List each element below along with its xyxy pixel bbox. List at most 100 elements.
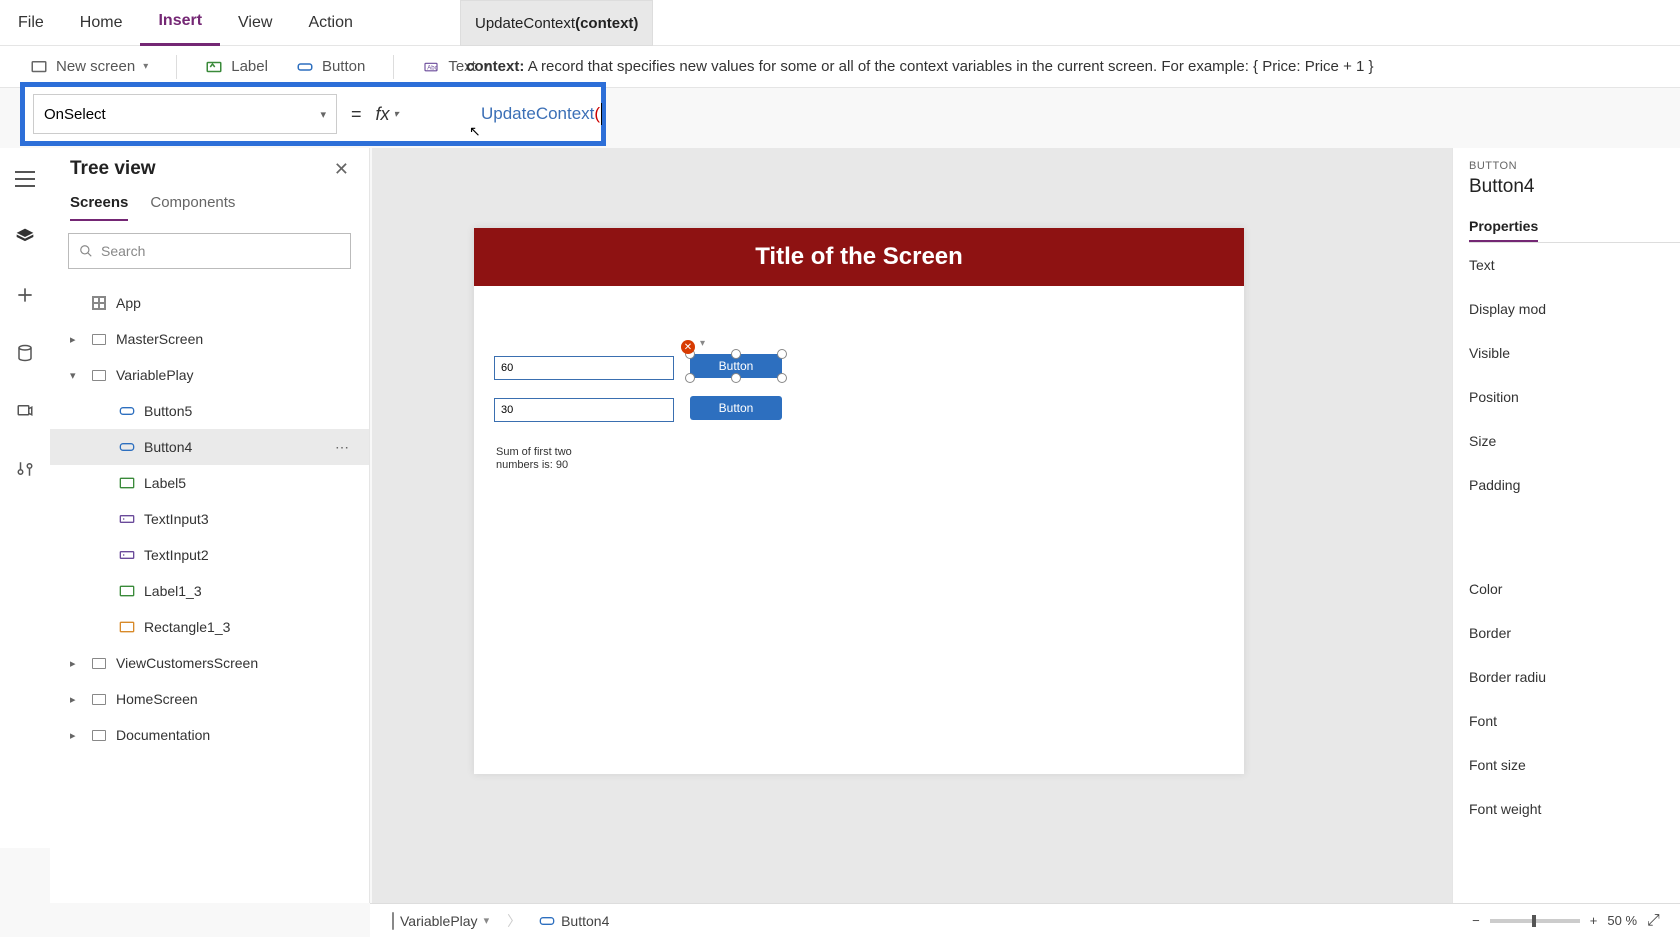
expand-icon[interactable]: ▸ [70, 657, 82, 670]
breadcrumb-control[interactable]: Button4 [531, 913, 617, 929]
canvas-textinput-2[interactable] [494, 398, 674, 422]
fx-button[interactable]: fx ▾ [376, 104, 399, 125]
chevron-down-icon: ▾ [394, 109, 399, 120]
property-selector[interactable]: OnSelect ▾ [33, 94, 337, 134]
prop-font[interactable]: Font [1469, 699, 1680, 743]
data-rail-button[interactable] [12, 340, 38, 366]
insert-button-button[interactable]: Button [296, 58, 365, 76]
expand-icon[interactable]: ▸ [70, 333, 82, 346]
breadcrumb-screen[interactable]: VariablePlay ▾ [384, 913, 497, 929]
breadcrumb-screen-label: VariablePlay [400, 913, 478, 929]
button-icon [539, 915, 555, 927]
tree-node-documentation[interactable]: ▸ Documentation [50, 717, 369, 753]
prop-border[interactable]: Border [1469, 611, 1680, 655]
tree-node-variableplay[interactable]: ▾ VariablePlay [50, 357, 369, 393]
screen-icon [90, 691, 108, 707]
text-cursor [601, 103, 602, 125]
treeview-rail-button[interactable] [12, 224, 38, 250]
search-placeholder: Search [101, 243, 145, 259]
tree-node-textinput3[interactable]: TextInput3 [50, 501, 369, 537]
tree-search-input[interactable]: Search [68, 233, 351, 269]
tree-node-label5[interactable]: Label5 [50, 465, 369, 501]
menu-action[interactable]: Action [290, 0, 370, 46]
menu-home[interactable]: Home [62, 0, 141, 46]
advanced-rail-button[interactable] [12, 456, 38, 482]
formula-input[interactable]: UpdateContext( [481, 87, 602, 141]
tree-label: App [116, 295, 141, 311]
close-paren: ) [633, 15, 638, 32]
fx-label: fx [376, 104, 390, 125]
canvas-textinput-1[interactable] [494, 356, 674, 380]
close-panel-button[interactable]: ✕ [334, 159, 349, 180]
app-canvas[interactable]: Title of the Screen Button ✕ ▾ Button Su… [474, 228, 1244, 774]
menu-file[interactable]: File [0, 0, 62, 46]
prop-visible[interactable]: Visible [1469, 331, 1680, 375]
tree-node-app[interactable]: App [50, 285, 369, 321]
formula-open-paren: ( [594, 104, 600, 124]
equals-sign: = [337, 104, 376, 125]
insert-button-text: Button [322, 58, 365, 75]
zoom-out-button[interactable]: − [1472, 913, 1480, 928]
left-rail [0, 148, 50, 848]
more-options-button[interactable]: ⋯ [335, 439, 351, 456]
prop-displaymode[interactable]: Display mod [1469, 287, 1680, 331]
fullscreen-button[interactable]: ⤢ [1647, 912, 1660, 930]
screen-icon [90, 331, 108, 347]
collapse-icon[interactable]: ▾ [70, 369, 82, 382]
tree-label: Button4 [144, 439, 192, 455]
canvas-button-2[interactable]: Button [690, 396, 782, 420]
prop-borderradius[interactable]: Border radiu [1469, 655, 1680, 699]
expand-icon[interactable]: ▸ [70, 729, 82, 742]
hamburger-button[interactable] [12, 166, 38, 192]
media-rail-button[interactable] [12, 398, 38, 424]
prop-padding[interactable]: Padding [1469, 463, 1680, 507]
hint-desc-text: A record that specifies new values for s… [528, 58, 1374, 75]
tab-screens[interactable]: Screens [70, 194, 128, 221]
tree-node-masterscreen[interactable]: ▸ MasterScreen [50, 321, 369, 357]
new-screen-label: New screen [56, 58, 135, 75]
tree-label: TextInput2 [144, 547, 209, 563]
new-screen-button[interactable]: New screen ▾ [30, 58, 148, 76]
zoom-slider[interactable] [1490, 919, 1580, 923]
menu-insert[interactable]: Insert [140, 0, 220, 46]
menu-view[interactable]: View [220, 0, 290, 46]
canvas-area[interactable]: Title of the Screen Button ✕ ▾ Button Su… [372, 148, 1452, 903]
label-icon [118, 583, 136, 599]
screen-icon [30, 58, 48, 76]
tree-node-button4[interactable]: Button4 ⋯ [50, 429, 369, 465]
selection-handles[interactable] [690, 354, 782, 378]
tree-label: Button5 [144, 403, 192, 419]
chevron-down-icon[interactable]: ▾ [700, 338, 705, 349]
error-badge-icon[interactable]: ✕ [681, 340, 695, 354]
insert-rail-button[interactable] [12, 282, 38, 308]
slider-thumb[interactable] [1532, 915, 1536, 927]
tree-label: VariablePlay [116, 367, 194, 383]
prop-position[interactable]: Position [1469, 375, 1680, 419]
button-icon [118, 403, 136, 419]
tree-node-homescreen[interactable]: ▸ HomeScreen [50, 681, 369, 717]
breadcrumb-separator: 〉 [507, 911, 521, 931]
sum-line2: numbers is: 90 [496, 459, 572, 472]
zoom-in-button[interactable]: + [1590, 913, 1598, 928]
properties-tab[interactable]: Properties [1469, 212, 1538, 242]
sum-line1: Sum of first two [496, 446, 572, 459]
intellisense-param: context [580, 15, 633, 32]
tree-node-label1-3[interactable]: Label1_3 [50, 573, 369, 609]
app-icon [90, 295, 108, 311]
prop-size[interactable]: Size [1469, 419, 1680, 463]
tab-components[interactable]: Components [150, 194, 235, 221]
divider [176, 55, 177, 79]
top-menu-bar: File Home Insert View Action [0, 0, 1680, 46]
prop-fontweight[interactable]: Font weight [1469, 787, 1680, 831]
prop-fontsize[interactable]: Font size [1469, 743, 1680, 787]
insert-label-button[interactable]: Label [205, 58, 268, 76]
tree-node-viewcustomers[interactable]: ▸ ViewCustomersScreen [50, 645, 369, 681]
tree-node-button5[interactable]: Button5 [50, 393, 369, 429]
expand-icon[interactable]: ▸ [70, 693, 82, 706]
tree-node-rectangle1-3[interactable]: Rectangle1_3 [50, 609, 369, 645]
prop-text[interactable]: Text [1469, 243, 1680, 287]
prop-color[interactable]: Color [1469, 567, 1680, 611]
tree-node-textinput2[interactable]: TextInput2 [50, 537, 369, 573]
chevron-down-icon[interactable]: ▾ [484, 914, 490, 927]
label-icon [118, 475, 136, 491]
